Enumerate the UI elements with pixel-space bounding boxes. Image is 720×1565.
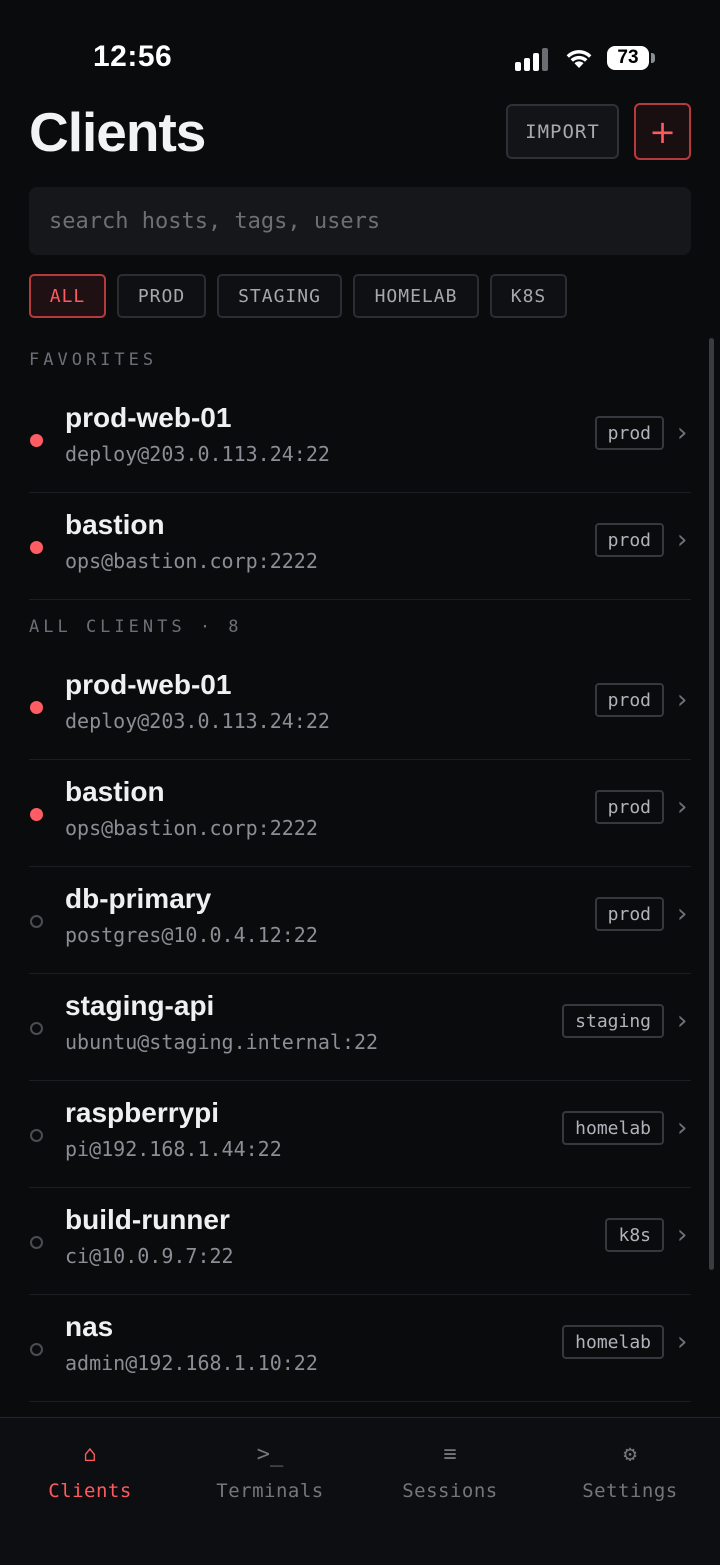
client-tag: staging — [562, 1004, 664, 1038]
client-address: ops@bastion.corp:2222 — [65, 816, 318, 840]
favorite-row[interactable]: prod-web-01 deploy@203.0.113.24:22 prod … — [29, 386, 691, 493]
client-name: nas — [65, 1311, 114, 1342]
filter-chip-prod[interactable]: PROD — [117, 274, 206, 318]
battery-cap — [651, 53, 655, 63]
status-dot-offline — [30, 1129, 43, 1142]
list-scrollbar[interactable] — [709, 338, 714, 1270]
client-row[interactable]: nas admin@192.168.1.10:22 homelab › — [29, 1295, 691, 1402]
client-tag: prod — [594, 897, 664, 931]
client-tag: prod — [594, 416, 664, 450]
status-dot-offline — [30, 1236, 43, 1249]
client-row[interactable]: build-runner ci@10.0.9.7:22 k8s › — [29, 1188, 691, 1295]
status-time: 12:56 — [93, 40, 173, 73]
tab-terminals[interactable]: >_ Terminals — [180, 1418, 360, 1528]
page-title: Clients — [29, 101, 206, 163]
client-address: pi@192.168.1.44:22 — [65, 1137, 282, 1161]
client-row[interactable]: prod-web-01 deploy@203.0.113.24:22 prod … — [29, 653, 691, 760]
tab-label: Settings — [582, 1480, 678, 1502]
tab-clients[interactable]: ⌂ Clients — [0, 1418, 180, 1528]
status-bar: 12:56 73 — [0, 0, 720, 100]
cellular-signal-icon — [515, 47, 551, 71]
terminal-icon: >_ — [256, 1442, 284, 1467]
status-dot-online — [30, 541, 43, 554]
section-all-clients: ALL CLIENTS · 8 — [29, 617, 243, 637]
client-tag: prod — [594, 683, 664, 717]
client-address: deploy@203.0.113.24:22 — [65, 442, 330, 466]
client-address: ubuntu@staging.internal:22 — [65, 1030, 379, 1054]
status-dot-offline — [30, 1343, 43, 1356]
filter-chip-k8s[interactable]: K8S — [490, 274, 567, 318]
client-address: ops@bastion.corp:2222 — [65, 549, 318, 573]
client-row[interactable]: raspberrypi pi@192.168.1.44:22 homelab › — [29, 1081, 691, 1188]
filter-chip-homelab[interactable]: HOMELAB — [353, 274, 479, 318]
chevron-right-icon: › — [677, 418, 688, 448]
chevron-right-icon: › — [677, 899, 688, 929]
status-dot-online — [30, 434, 43, 447]
status-dot-online — [30, 701, 43, 714]
tab-label: Sessions — [402, 1480, 498, 1502]
chevron-right-icon: › — [677, 525, 688, 555]
client-row[interactable]: bastion ops@bastion.corp:2222 prod › — [29, 760, 691, 867]
client-address: deploy@203.0.113.24:22 — [65, 709, 330, 733]
client-tag: homelab — [562, 1111, 664, 1145]
chevron-right-icon: › — [677, 1113, 688, 1143]
home-icon: ⌂ — [83, 1442, 97, 1467]
client-row[interactable]: staging-api ubuntu@staging.internal:22 s… — [29, 974, 691, 1081]
search-input[interactable] — [29, 187, 691, 255]
client-name: prod-web-01 — [65, 669, 232, 700]
add-client-button[interactable]: + — [634, 103, 691, 160]
client-tag: homelab — [562, 1325, 664, 1359]
tab-sessions[interactable]: ≡ Sessions — [360, 1418, 540, 1528]
battery-icon: 73 — [607, 46, 649, 70]
client-name: raspberrypi — [65, 1097, 220, 1128]
status-dot-offline — [30, 915, 43, 928]
chevron-right-icon: › — [677, 685, 688, 715]
wifi-icon — [566, 50, 592, 68]
status-dot-offline — [30, 1022, 43, 1035]
client-tag: k8s — [605, 1218, 664, 1252]
client-name: staging-api — [65, 990, 215, 1021]
chevron-right-icon: › — [677, 1006, 688, 1036]
gear-icon: ⚙ — [623, 1442, 637, 1467]
import-button[interactable]: IMPORT — [506, 104, 619, 159]
tab-settings[interactable]: ⚙ Settings — [540, 1418, 720, 1528]
client-tag: prod — [594, 790, 664, 824]
client-name: prod-web-01 — [65, 402, 232, 433]
filter-chip-all[interactable]: ALL — [29, 274, 106, 318]
tab-bar: ⌂ Clients >_ Terminals ≡ Sessions ⚙ Sett… — [0, 1417, 720, 1565]
list-icon: ≡ — [443, 1442, 457, 1467]
client-address: postgres@10.0.4.12:22 — [65, 923, 318, 947]
filter-chip-staging[interactable]: STAGING — [217, 274, 342, 318]
chevron-right-icon: › — [677, 1220, 688, 1250]
client-name: db-primary — [65, 883, 212, 914]
tab-label: Clients — [48, 1480, 132, 1502]
status-dot-online — [30, 808, 43, 821]
chevron-right-icon: › — [677, 792, 688, 822]
favorite-row[interactable]: bastion ops@bastion.corp:2222 prod › — [29, 493, 691, 600]
client-row[interactable]: db-primary postgres@10.0.4.12:22 prod › — [29, 867, 691, 974]
client-tag: prod — [594, 523, 664, 557]
section-favorites: FAVORITES — [29, 350, 158, 370]
client-address: admin@192.168.1.10:22 — [65, 1351, 318, 1375]
chevron-right-icon: › — [677, 1327, 688, 1357]
client-name: build-runner — [65, 1204, 230, 1235]
client-name: bastion — [65, 509, 165, 540]
client-name: bastion — [65, 776, 165, 807]
tab-label: Terminals — [216, 1480, 324, 1502]
client-address: ci@10.0.9.7:22 — [65, 1244, 234, 1268]
